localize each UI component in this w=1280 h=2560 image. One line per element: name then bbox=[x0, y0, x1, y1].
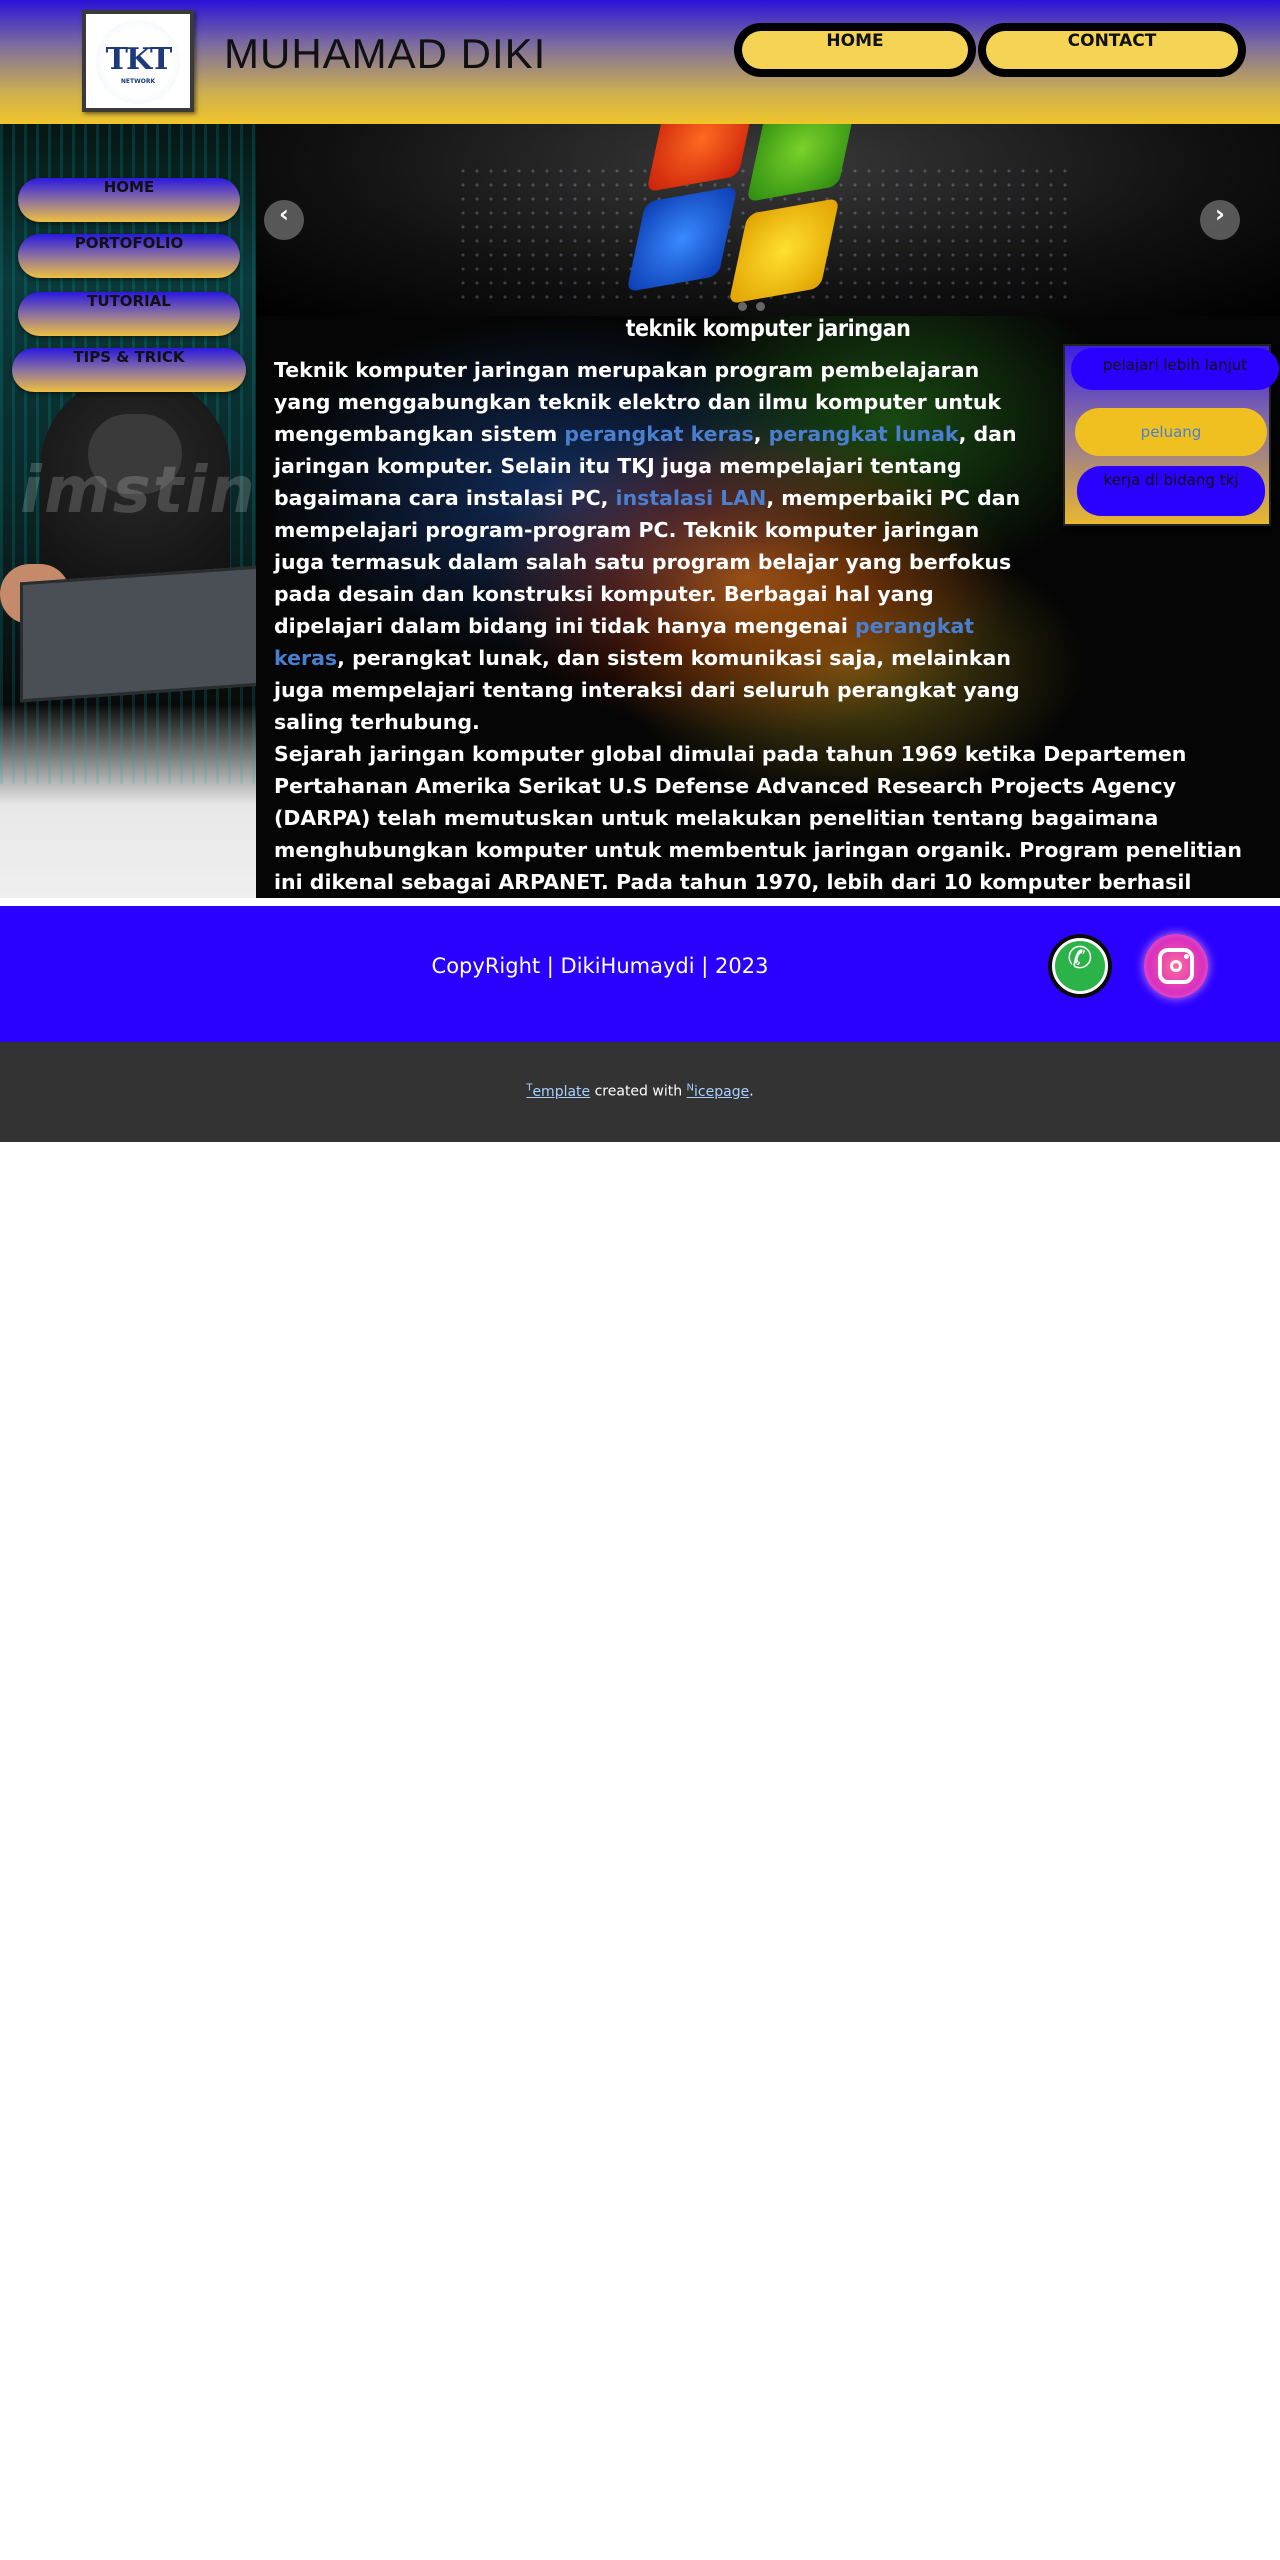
whatsapp-icon: ✆ bbox=[1052, 938, 1108, 994]
peluang-button[interactable]: peluang bbox=[1075, 408, 1267, 456]
career-button[interactable]: kerja di bidang tkj bbox=[1077, 466, 1265, 516]
hero-slider: ‹ › bbox=[256, 124, 1280, 316]
instagram-icon bbox=[1158, 948, 1194, 984]
credit-link-text: icepage bbox=[694, 1083, 750, 1100]
tablet-image bbox=[20, 565, 256, 703]
site-title: MUHAMAD DIKI bbox=[224, 30, 547, 77]
instagram-flash bbox=[1184, 954, 1189, 959]
sidebar-item-tips-trick[interactable]: TIPS & TRICK bbox=[12, 348, 246, 392]
whatsapp-link[interactable]: ✆ bbox=[1048, 934, 1112, 998]
credit-text: created with bbox=[590, 1083, 687, 1100]
article-text: , bbox=[753, 422, 769, 446]
sidebar-item-label: HOME bbox=[103, 178, 155, 196]
credit-initial: N bbox=[686, 1082, 695, 1093]
site-header: TKT NETWORK MUHAMAD DIKI HOME CONTACT bbox=[0, 0, 1280, 124]
nav-home-button[interactable]: HOME bbox=[734, 23, 976, 77]
logo-subtext: NETWORK bbox=[120, 78, 156, 85]
template-credit: Template created with Nicepage. bbox=[0, 1082, 1280, 1100]
sidebar-item-tutorial[interactable]: TUTORIAL bbox=[18, 292, 240, 336]
slider-dot[interactable] bbox=[756, 302, 766, 311]
instagram-lens bbox=[1170, 960, 1182, 972]
sidebar-item-label: TUTORIAL bbox=[87, 292, 171, 310]
slider-dots bbox=[738, 296, 769, 315]
template-link[interactable]: Template bbox=[526, 1082, 591, 1100]
article-title: teknik komputer jaringan bbox=[625, 316, 911, 342]
site-logo[interactable]: TKT NETWORK bbox=[82, 10, 194, 112]
logo-text: TKT bbox=[105, 42, 173, 77]
article-text: , perangkat lunak, dan sistem komunikasi… bbox=[274, 646, 1020, 734]
right-panel: pelajari lebih lanjut peluang kerja di b… bbox=[1063, 344, 1279, 526]
link-instalasi-lan[interactable]: instalasi LAN bbox=[616, 486, 767, 510]
nav-home-label: HOME bbox=[742, 31, 968, 69]
sidebar-item-label: TIPS & TRICK bbox=[73, 348, 185, 366]
credit-link-text: emplate bbox=[532, 1083, 591, 1100]
instagram-link[interactable] bbox=[1144, 934, 1208, 998]
article-paragraph-1: Teknik komputer jaringan merupakan progr… bbox=[274, 354, 1034, 738]
subfooter: Template created with Nicepage. bbox=[0, 1042, 1280, 1142]
nav-contact-label: CONTACT bbox=[986, 31, 1238, 69]
footer: CopyRight | DikiHumaydi | 2023 ✆ bbox=[0, 906, 1280, 1042]
nicepage-link[interactable]: Nicepage bbox=[686, 1082, 750, 1100]
sidebar-item-home[interactable]: HOME bbox=[18, 178, 240, 222]
learn-more-button[interactable]: pelajari lebih lanjut bbox=[1071, 348, 1279, 390]
credit-text: . bbox=[749, 1083, 754, 1100]
article-paragraph-2: Sejarah jaringan komputer global dimulai… bbox=[274, 742, 1242, 894]
link-perangkat-lunak[interactable]: perangkat lunak bbox=[769, 422, 959, 446]
slider-dot[interactable] bbox=[738, 302, 747, 311]
chevron-left-icon: ‹ bbox=[279, 200, 289, 228]
sidebar-watermark: imstin bbox=[20, 454, 256, 528]
link-perangkat-keras[interactable]: perangkat keras bbox=[564, 422, 753, 446]
logo-badge: TKT NETWORK bbox=[96, 20, 180, 104]
sidebar: imstin HOME PORTOFOLIO TUTORIAL TIPS & T… bbox=[0, 124, 256, 898]
slider-next-button[interactable]: › bbox=[1200, 200, 1240, 240]
nav-contact-button[interactable]: CONTACT bbox=[978, 23, 1246, 77]
sidebar-item-portofolio[interactable]: PORTOFOLIO bbox=[18, 234, 240, 278]
slider-prev-button[interactable]: ‹ bbox=[264, 200, 304, 240]
sidebar-item-label: PORTOFOLIO bbox=[74, 234, 184, 252]
chevron-right-icon: › bbox=[1215, 200, 1225, 228]
copyright-text: CopyRight | DikiHumaydi | 2023 bbox=[431, 954, 769, 978]
